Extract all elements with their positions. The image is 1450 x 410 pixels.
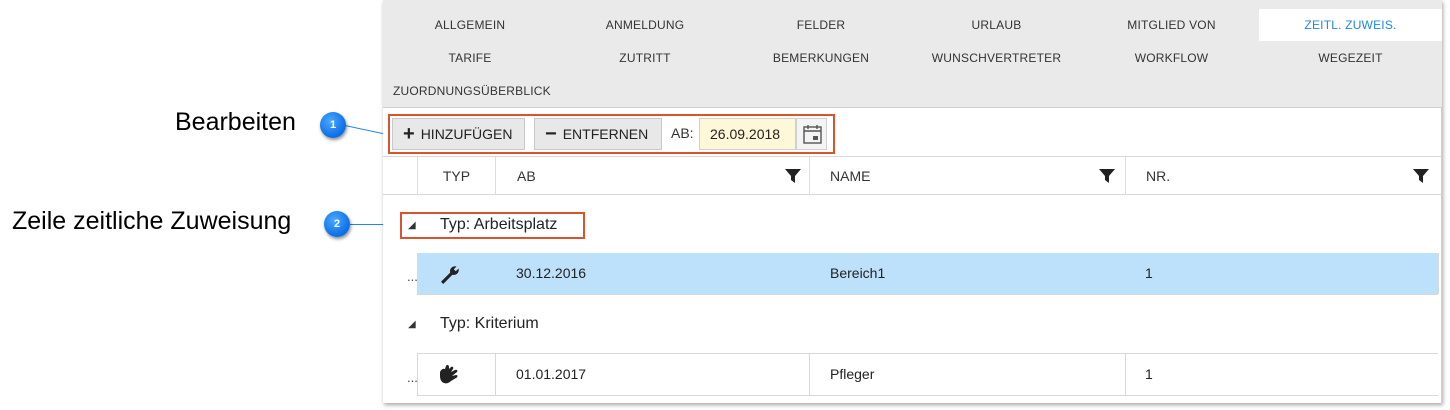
column-header-nr[interactable]: NR. [1125,157,1442,195]
date-label: AB: [671,125,694,141]
tab-workflow[interactable]: WORKFLOW [1084,42,1259,74]
column-header-ab[interactable]: AB [495,157,809,195]
grid-header: TYP AB NAME NR. [383,157,1442,195]
cell-name: Pfleger [830,366,875,382]
assignment-panel: ALLGEMEIN ANMELDUNG FELDER URLAUB MITGLI… [383,0,1442,403]
callout-label-edit: Bearbeiten [175,108,296,136]
tab-zuordnungsueberblick[interactable]: ZUORDNUNGSÜBERBLICK [383,75,583,107]
divider [809,354,810,395]
tab-bemerkungen[interactable]: BEMERKUNGEN [733,42,909,74]
collapse-triangle-icon[interactable]: ◢ [408,319,416,330]
tab-wegezeit[interactable]: WEGEZEIT [1259,42,1442,74]
remove-button[interactable]: − ENTFERNEN [534,118,662,150]
tab-zutritt[interactable]: ZUTRITT [557,42,733,74]
edit-toolbar: + HINZUFÜGEN − ENTFERNEN AB: 26.09.2018 [383,108,1442,157]
tab-felder[interactable]: FELDER [733,9,909,41]
column-header-name[interactable]: NAME [809,157,1125,195]
remove-button-label: ENTFERNEN [562,126,649,142]
group-highlight-frame [400,212,585,239]
cell-ab: 30.12.2016 [516,265,587,281]
divider [417,395,1438,396]
column-header-typ-label: TYP [442,168,471,184]
column-header-typ[interactable]: TYP [417,157,495,195]
calendar-icon [803,125,822,144]
add-button-label: HINZUFÜGEN [420,126,513,142]
tab-anmeldung[interactable]: ANMELDUNG [557,9,733,41]
callout-badge-1: 1 [320,112,346,138]
filter-icon[interactable] [1098,167,1116,185]
cell-nr: 1 [1145,366,1153,382]
column-header-name-label: NAME [830,168,871,184]
add-button[interactable]: + HINZUFÜGEN [392,118,525,150]
minus-icon: − [545,123,557,145]
group-title: Typ: Kriterium [440,315,539,332]
divider [495,253,496,294]
cell-ab: 01.01.2017 [516,366,587,382]
filter-icon[interactable] [784,167,802,185]
divider [495,354,496,395]
tab-wunschvertreter[interactable]: WUNSCHVERTRETER [909,42,1084,74]
table-row[interactable]: ... 30.12.2016 Bereich1 1 [383,253,1442,294]
tab-zeitl-zuweis[interactable]: ZEITL. ZUWEIS. [1259,9,1442,41]
tab-mitglied-von[interactable]: MITGLIED VON [1084,9,1259,41]
calendar-button[interactable] [796,118,827,150]
divider [1125,253,1126,294]
callout-label-row: Zeile zeitliche Zuweisung [12,207,292,235]
column-header-nr-label: NR. [1146,168,1171,184]
callout-badge-2: 2 [324,211,350,237]
divider [1125,354,1126,395]
column-header-ab-label: AB [517,168,536,184]
filter-icon[interactable] [1412,167,1430,185]
table-row[interactable]: ... 01.01.2017 Pfleger 1 [383,354,1442,395]
wrench-icon [441,266,459,284]
tab-bar: ALLGEMEIN ANMELDUNG FELDER URLAUB MITGLI… [383,0,1442,108]
hand-icon [440,364,458,384]
cell-name: Bereich1 [830,265,886,281]
tab-allgemein[interactable]: ALLGEMEIN [383,9,557,41]
cell-nr: 1 [1145,265,1153,281]
tab-urlaub[interactable]: URLAUB [909,9,1084,41]
divider [1438,253,1439,294]
divider [417,253,418,294]
group-row[interactable]: ◢ Typ: Kriterium [383,295,1442,353]
plus-icon: + [403,123,415,145]
divider [809,253,810,294]
divider [417,354,418,395]
date-field[interactable]: 26.09.2018 [699,118,796,150]
tab-tarife[interactable]: TARIFE [383,42,557,74]
